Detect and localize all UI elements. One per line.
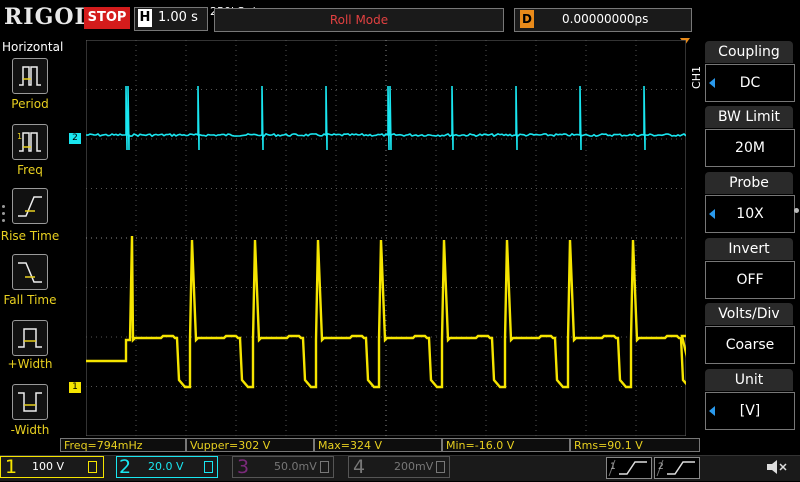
rise-time-label: Rise Time	[0, 229, 60, 243]
right-menu-scroll-dot	[794, 208, 799, 213]
meas-vupper[interactable]: Vupper=302 V	[186, 438, 314, 452]
pos-width-icon	[18, 328, 42, 348]
ch2-number: 2	[118, 456, 132, 478]
svg-text:1: 1	[17, 132, 22, 141]
invert-title: Invert	[705, 238, 793, 260]
ch1-scale: 100 V	[32, 460, 65, 473]
bw-limit-title: BW Limit	[705, 106, 793, 128]
brand-logo: RIGOL	[4, 4, 91, 30]
coupling-button[interactable]: DC	[705, 64, 795, 102]
freq-icon: 1	[17, 132, 41, 152]
ch3-scale: 50.0mV	[274, 460, 317, 473]
ch1-number: 1	[4, 456, 18, 478]
fall-time-button[interactable]	[12, 254, 48, 290]
period-label: Period	[11, 97, 49, 111]
trigger-slot-2-label: 2	[658, 462, 664, 472]
timebase-letter: H	[138, 9, 152, 27]
ch4-number: 4	[352, 456, 366, 478]
ch3-number: 3	[236, 456, 250, 478]
neg-width-button[interactable]	[12, 384, 48, 420]
waveform-display[interactable]	[86, 40, 686, 436]
run-stop-indicator[interactable]: STOP	[84, 7, 130, 29]
ch1-offset-marker[interactable]: 1	[69, 382, 81, 393]
unit-arrow-icon	[709, 406, 715, 416]
probe-button[interactable]: 10X	[705, 195, 795, 233]
left-menu-dots	[2, 205, 6, 225]
meas-min[interactable]: Min=-16.0 V	[442, 438, 570, 452]
meas-rms[interactable]: Rms=90.1 V	[570, 438, 700, 452]
unit-title: Unit	[705, 369, 793, 391]
ch2-coupling-icon	[204, 461, 213, 473]
period-button[interactable]	[12, 58, 48, 94]
ch4-scale: 200mV	[394, 460, 434, 473]
invert-button[interactable]: OFF	[705, 261, 795, 299]
fall-time-label: Fall Time	[3, 293, 57, 307]
pos-width-label: +Width	[7, 357, 53, 371]
ch2-offset-label: 2	[72, 133, 78, 143]
period-icon	[19, 66, 41, 86]
coupling-title: Coupling	[705, 41, 793, 63]
pos-width-button[interactable]	[12, 320, 48, 356]
ch4-coupling-icon	[436, 461, 445, 473]
ch3-coupling-icon	[320, 461, 329, 473]
probe-arrow-icon	[709, 209, 715, 219]
neg-width-icon	[18, 392, 42, 412]
volts-div-title: Volts/Div	[705, 303, 793, 325]
ch1-offset-label: 1	[72, 382, 78, 392]
bw-limit-button[interactable]: 20M	[705, 129, 795, 167]
ch2-scale: 20.0 V	[148, 460, 184, 473]
volts-div-button[interactable]: Coarse	[705, 326, 795, 364]
timebase-value: 1.00 s	[158, 10, 198, 25]
freq-label: Freq	[17, 163, 43, 177]
trigger-slot-1-label: 1	[610, 462, 616, 472]
neg-width-label: -Width	[10, 423, 50, 437]
meas-freq[interactable]: Freq=794mHz	[60, 438, 186, 452]
ch1-coupling-icon	[88, 461, 97, 473]
horizontal-menu-title: Horizontal	[2, 40, 64, 54]
ch2-offset-marker[interactable]: 2	[69, 133, 81, 144]
unit-button[interactable]: [V]	[705, 392, 795, 430]
meas-max[interactable]: Max=324 V	[314, 438, 442, 452]
probe-title: Probe	[705, 172, 793, 194]
acquisition-mode[interactable]: Roll Mode	[214, 8, 504, 32]
rise-time-button[interactable]	[12, 188, 48, 224]
trigger-delay-value: 0.00000000ps	[562, 12, 649, 26]
trigger-delay-letter: D	[520, 10, 534, 28]
coupling-arrow-icon	[709, 78, 715, 88]
fall-time-icon	[18, 262, 42, 283]
freq-button[interactable]: 1	[12, 124, 48, 160]
channel-menu-tag: CH1	[690, 66, 703, 89]
sound-muted-icon[interactable]	[764, 457, 788, 477]
rise-time-icon	[18, 196, 42, 217]
